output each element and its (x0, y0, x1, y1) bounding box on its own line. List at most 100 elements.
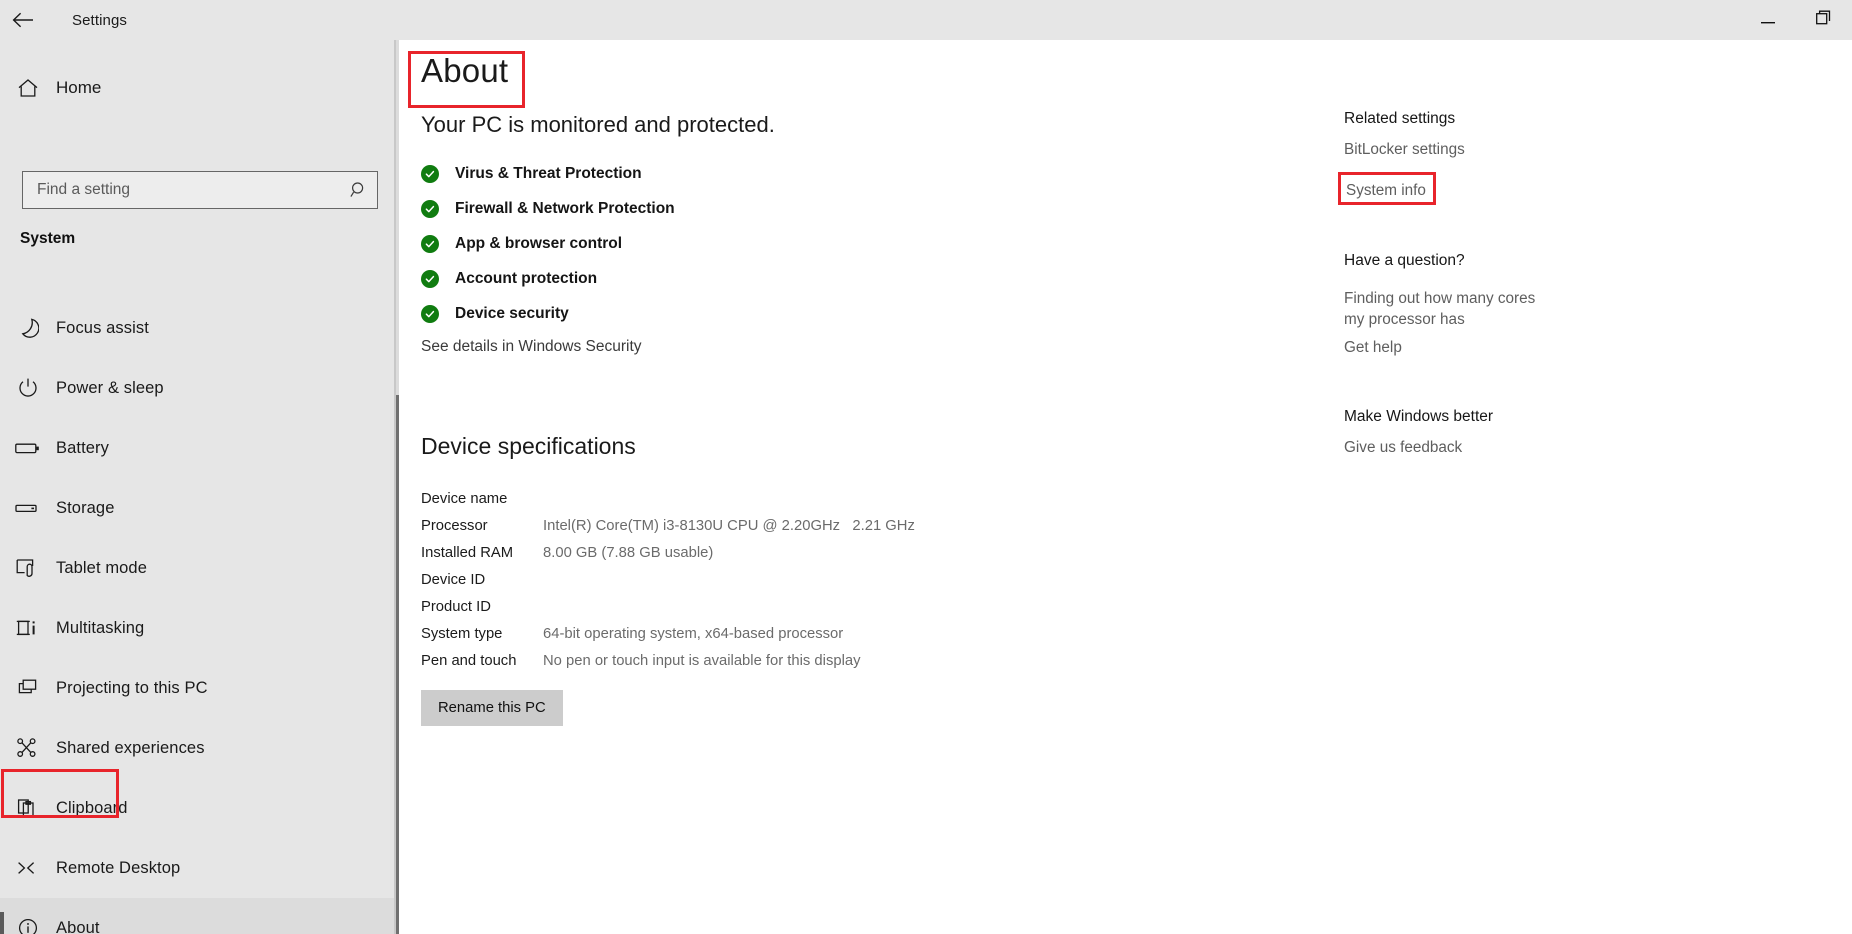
spec-value: No pen or touch input is available for t… (543, 652, 861, 669)
sidebar-item-power-sleep[interactable]: Power & sleep (0, 358, 396, 418)
sidebar-item-label: Battery (56, 438, 109, 457)
spec-value: 8.00 GB (7.88 GB usable) (543, 544, 714, 561)
spec-row: Processor Intel(R) Core(TM) i3-8130U CPU… (421, 512, 1121, 539)
sidebar-item-label: Focus assist (56, 318, 149, 337)
power-icon (0, 377, 56, 399)
info-icon (0, 917, 56, 934)
spec-row: Device name (421, 485, 1121, 512)
sidebar-item-home[interactable]: Home (0, 64, 396, 112)
spec-row: Product ID (421, 593, 1121, 620)
device-specifications-table: Device name Processor Intel(R) Core(TM) … (421, 485, 1121, 674)
sidebar-item-label: Shared experiences (56, 738, 205, 757)
sidebar-item-label: Multitasking (56, 618, 145, 637)
sidebar-item-label: Power & sleep (56, 378, 164, 397)
nav-group-title: System (20, 230, 76, 247)
check-circle-icon (421, 234, 439, 253)
clipboard-icon (0, 797, 56, 819)
sidebar-item-remote-desktop[interactable]: Remote Desktop (0, 838, 396, 898)
security-status-row[interactable]: Virus & Threat Protection (421, 156, 675, 191)
security-status-label: Firewall & Network Protection (455, 199, 675, 217)
storage-icon (0, 500, 56, 516)
sidebar-item-multitasking[interactable]: Multitasking (0, 598, 396, 658)
spec-key: Product ID (421, 598, 491, 615)
spec-row: Pen and touch No pen or touch input is a… (421, 647, 1121, 674)
spec-value: Intel(R) Core(TM) i3-8130U CPU @ 2.20GHz… (543, 517, 915, 534)
remote-icon (0, 858, 56, 878)
project-icon (0, 677, 56, 699)
spec-row: Device ID (421, 566, 1121, 593)
spec-row: System type 64-bit operating system, x64… (421, 620, 1121, 647)
sidebar-item-focus-assist[interactable]: Focus assist (0, 298, 396, 358)
security-status-row[interactable]: App & browser control (421, 226, 675, 261)
sidebar-item-label: Projecting to this PC (56, 678, 208, 697)
security-status-label: App & browser control (455, 234, 623, 252)
processor-cores-link[interactable]: Finding out how many cores my processor … (1344, 288, 1559, 330)
spec-key: Processor (421, 517, 488, 534)
security-status-label: Account protection (455, 269, 598, 287)
system-info-link[interactable]: System info (1346, 180, 1426, 201)
title-bar: Settings (0, 0, 1852, 40)
restore-button[interactable] (1796, 0, 1852, 40)
have-a-question-heading: Have a question? (1344, 252, 1465, 269)
window-controls (1740, 0, 1852, 40)
security-status-label: Virus & Threat Protection (455, 164, 642, 182)
sidebar-item-tablet-mode[interactable]: Tablet mode (0, 538, 396, 598)
spec-key: System type (421, 625, 503, 642)
sidebar-item-label: About (56, 918, 100, 934)
check-circle-icon (421, 304, 439, 323)
moon-icon (0, 317, 56, 339)
security-status-list: Virus & Threat Protection Firewall & Net… (421, 156, 675, 331)
security-status-row[interactable]: Device security (421, 296, 675, 331)
window-title: Settings (72, 11, 127, 29)
protection-status-heading: Your PC is monitored and protected. (421, 112, 775, 137)
check-circle-icon (421, 269, 439, 288)
related-settings-heading: Related settings (1344, 110, 1456, 127)
check-circle-icon (421, 164, 439, 183)
search-box[interactable] (22, 171, 378, 209)
search-input[interactable] (23, 172, 341, 208)
sidebar-item-label: Clipboard (56, 798, 128, 817)
home-icon (0, 78, 56, 98)
main-content: About Your PC is monitored and protected… (399, 40, 1852, 934)
nav-item-list: Focus assist Power & sleep Battery Stora… (0, 298, 396, 934)
tablet-icon (0, 557, 56, 579)
sidebar-item-label: Remote Desktop (56, 858, 181, 877)
security-status-label: Device security (455, 304, 569, 322)
back-arrow-icon (12, 12, 34, 28)
sidebar-item-about[interactable]: About (0, 898, 396, 934)
sidebar-item-label: Tablet mode (56, 558, 147, 577)
spec-value: 64-bit operating system, x64-based proce… (543, 625, 844, 642)
minimize-icon (1761, 11, 1775, 29)
make-windows-better-heading: Make Windows better (1344, 408, 1494, 425)
back-button[interactable] (0, 0, 46, 40)
check-circle-icon (421, 199, 439, 218)
page-title: About (421, 52, 509, 89)
sidebar-item-shared-experiences[interactable]: Shared experiences (0, 718, 396, 778)
sidebar-item-clipboard[interactable]: Clipboard (0, 778, 396, 838)
spec-row: Installed RAM 8.00 GB (7.88 GB usable) (421, 539, 1121, 566)
minimize-button[interactable] (1740, 0, 1796, 40)
sidebar-item-storage[interactable]: Storage (0, 478, 396, 538)
spec-key: Device ID (421, 571, 486, 588)
security-status-row[interactable]: Account protection (421, 261, 675, 296)
restore-icon (1816, 10, 1832, 31)
sidebar-item-label: Storage (56, 498, 115, 517)
give-us-feedback-link[interactable]: Give us feedback (1344, 437, 1462, 458)
battery-icon (0, 440, 56, 456)
settings-window: Settings Home Find a setting System Focu… (0, 0, 1852, 934)
spec-key: Device name (421, 490, 508, 507)
multitask-icon (0, 617, 56, 639)
spec-key: Pen and touch (421, 652, 517, 669)
device-specifications-heading: Device specifications (421, 433, 636, 459)
bitlocker-settings-link[interactable]: BitLocker settings (1344, 139, 1465, 160)
spec-key: Installed RAM (421, 544, 514, 561)
share-icon (0, 737, 56, 759)
sidebar-item-label-home: Home (56, 78, 102, 97)
get-help-link[interactable]: Get help (1344, 337, 1402, 358)
security-status-row[interactable]: Firewall & Network Protection (421, 191, 675, 226)
sidebar-item-battery[interactable]: Battery (0, 418, 396, 478)
search-icon[interactable] (341, 181, 377, 199)
sidebar-item-projecting[interactable]: Projecting to this PC (0, 658, 396, 718)
see-details-link[interactable]: See details in Windows Security (421, 338, 642, 356)
rename-this-pc-button[interactable]: Rename this PC (421, 690, 563, 726)
